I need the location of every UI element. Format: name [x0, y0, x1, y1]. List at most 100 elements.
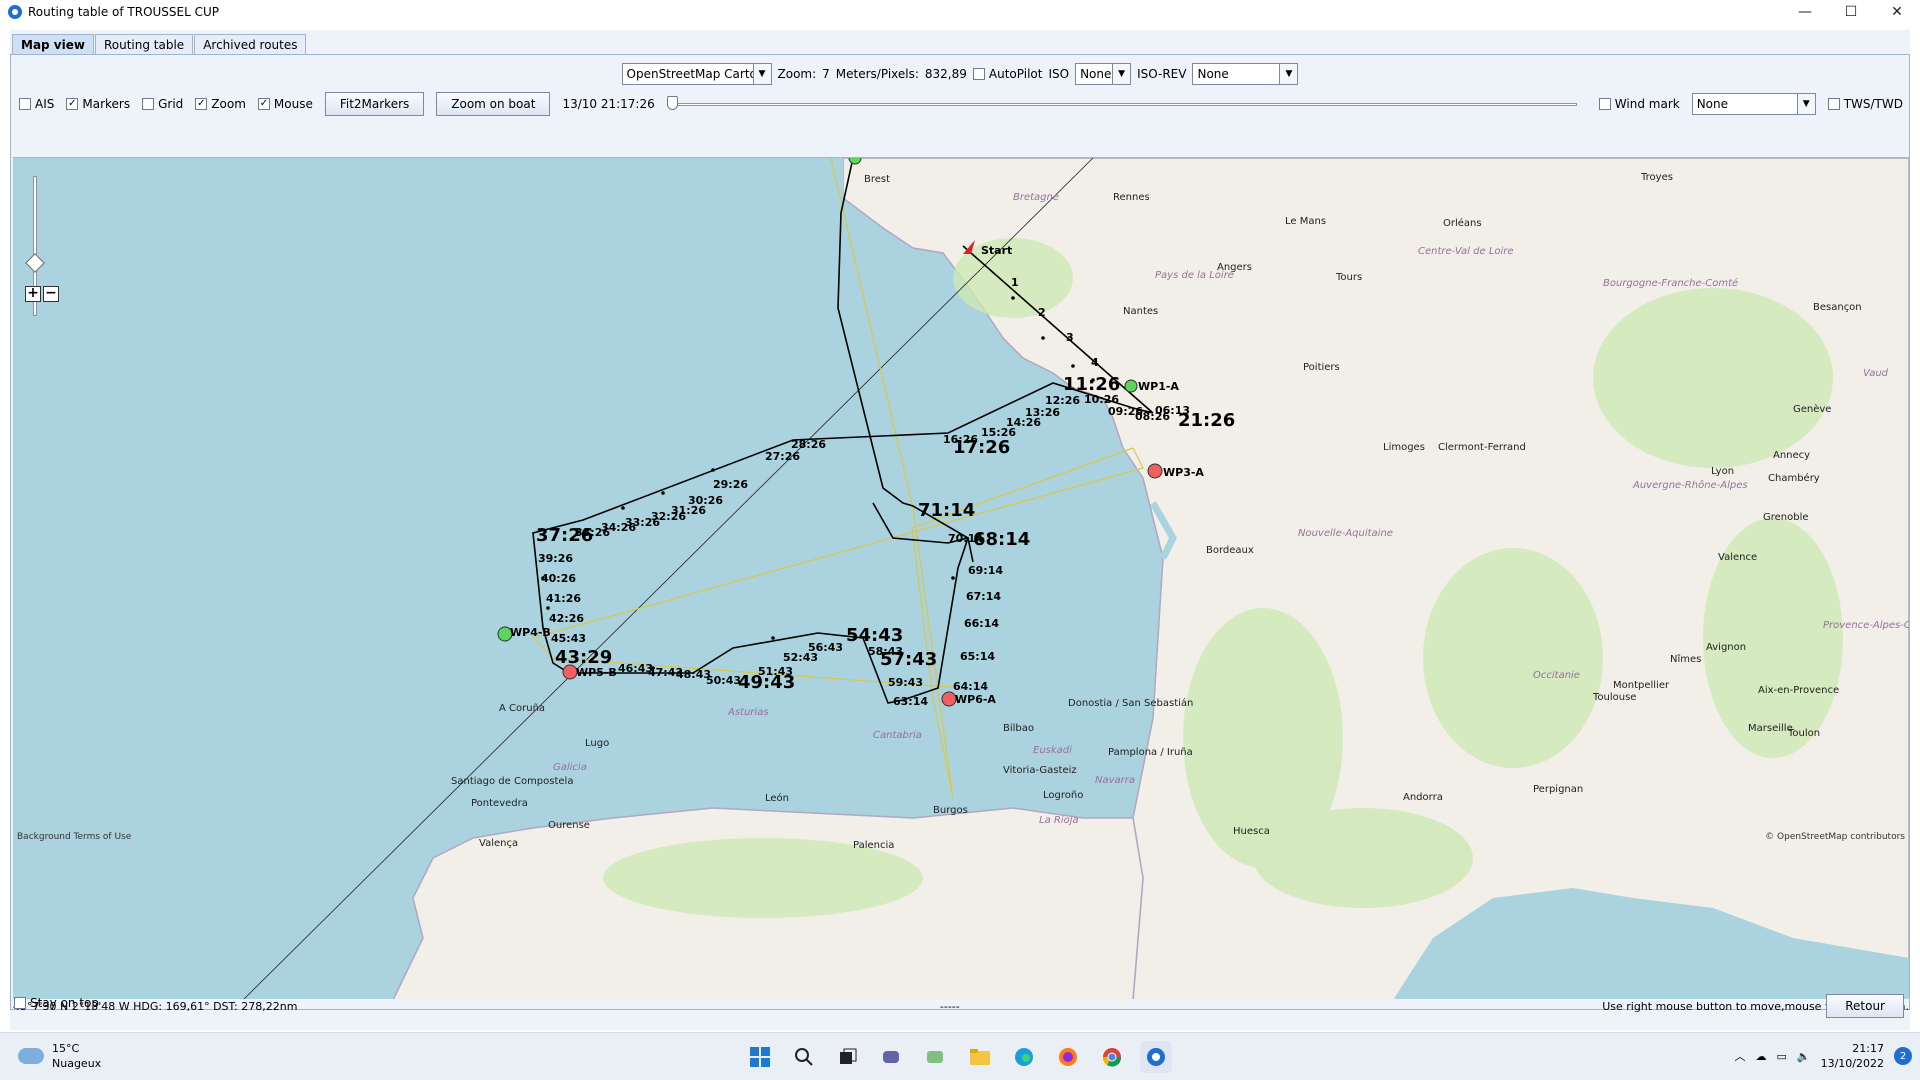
- wind-mark-select[interactable]: None ▼: [1691, 93, 1816, 115]
- chevron-down-icon: ▼: [1279, 64, 1298, 84]
- svg-text:Tours: Tours: [1335, 272, 1362, 283]
- iso-select[interactable]: None ▼: [1075, 63, 1132, 85]
- chevron-down-icon: ▼: [1112, 64, 1131, 84]
- svg-text:40:26: 40:26: [541, 572, 576, 585]
- grid-checkbox[interactable]: Grid: [142, 97, 183, 111]
- svg-text:Logroño: Logroño: [1043, 790, 1083, 801]
- svg-text:Bourgogne-Franche-Comté: Bourgogne-Franche-Comté: [1603, 277, 1738, 289]
- tab-routing-table[interactable]: Routing table: [94, 34, 194, 54]
- zoom-value: 7: [822, 67, 830, 81]
- svg-text:39:26: 39:26: [538, 552, 573, 565]
- fit2markers-button[interactable]: Fit2Markers: [324, 92, 425, 116]
- svg-text:Donostia / San Sebastián: Donostia / San Sebastián: [1068, 697, 1193, 709]
- close-button[interactable]: ✕: [1874, 0, 1920, 24]
- firefox-icon[interactable]: [1052, 1041, 1084, 1073]
- chevron-up-icon[interactable]: ︿: [1734, 1048, 1745, 1064]
- time-slider[interactable]: [666, 94, 1577, 114]
- svg-text:Asturias: Asturias: [727, 707, 769, 718]
- svg-text:Bilbao: Bilbao: [1003, 723, 1034, 734]
- taskbar: 15°C Nuageux ︿ ☁ ▭ 🔈 21:17 13/10/2022 2: [0, 1032, 1920, 1080]
- svg-text:Galicia: Galicia: [553, 762, 587, 773]
- svg-text:Pays de la Loire: Pays de la Loire: [1155, 270, 1234, 281]
- svg-text:54:43: 54:43: [846, 625, 903, 646]
- window-title: Routing table of TROUSSEL CUP: [28, 5, 220, 19]
- tws-twd-checkbox[interactable]: TWS/TWD: [1827, 97, 1903, 111]
- attribution-left[interactable]: Background Terms of Use: [17, 832, 131, 842]
- status-bar: 43°7'30 N 2°13'48 W HDG: 169,61° DST: 27…: [11, 999, 1911, 1013]
- svg-text:Bretagne: Bretagne: [1013, 192, 1059, 203]
- svg-text:Troyes: Troyes: [1640, 172, 1673, 183]
- maximize-button[interactable]: ☐: [1828, 0, 1874, 24]
- network-icon[interactable]: ▭: [1776, 1050, 1786, 1063]
- svg-text:Cantabria: Cantabria: [873, 730, 922, 741]
- svg-text:Annecy: Annecy: [1773, 450, 1810, 461]
- chrome-icon[interactable]: [1096, 1041, 1128, 1073]
- svg-text:Marseille: Marseille: [1748, 723, 1793, 734]
- weather-widget[interactable]: 15°C Nuageux: [18, 1041, 101, 1071]
- map-canvas[interactable]: Start WP1-A WP3-A WP4-B WP5-B WP6-A 11:2…: [13, 157, 1909, 999]
- file-explorer-icon[interactable]: [964, 1041, 996, 1073]
- svg-text:71:14: 71:14: [918, 500, 975, 521]
- zoom-on-boat-button[interactable]: Zoom on boat: [436, 92, 551, 116]
- onedrive-icon[interactable]: ☁: [1755, 1050, 1766, 1063]
- teams-chat-icon[interactable]: [876, 1041, 908, 1073]
- svg-text:3: 3: [1066, 331, 1074, 344]
- svg-text:4: 4: [1091, 356, 1099, 369]
- svg-text:A Coruña: A Coruña: [499, 703, 545, 714]
- svg-text:Montpellier: Montpellier: [1613, 680, 1670, 691]
- zoom-checkbox[interactable]: ✓ Zoom: [195, 97, 246, 111]
- svg-text:2: 2: [1038, 306, 1046, 319]
- clock[interactable]: 21:17 13/10/2022: [1821, 1041, 1884, 1071]
- svg-text:Poitiers: Poitiers: [1303, 362, 1340, 373]
- svg-text:Avignon: Avignon: [1706, 642, 1746, 653]
- retour-button[interactable]: Retour: [1826, 994, 1904, 1018]
- isorev-select[interactable]: None ▼: [1192, 63, 1299, 85]
- svg-text:66:14: 66:14: [964, 617, 999, 630]
- svg-text:43:29: 43:29: [555, 647, 612, 668]
- svg-text:63:14: 63:14: [893, 695, 928, 708]
- autopilot-checkbox[interactable]: AutoPilot: [972, 67, 1042, 81]
- tab-archived-routes[interactable]: Archived routes: [194, 34, 307, 54]
- tab-map-view[interactable]: Map view: [12, 34, 94, 54]
- svg-text:Bordeaux: Bordeaux: [1206, 545, 1254, 556]
- svg-text:Aix-en-Provence: Aix-en-Provence: [1758, 685, 1839, 696]
- slider-thumb[interactable]: [666, 96, 678, 110]
- svg-text:11:26: 11:26: [1063, 374, 1120, 395]
- svg-text:45:43: 45:43: [551, 632, 586, 645]
- map-toolbar: OpenStreetMap Carto ▼ Zoom: 7 Meters/Pixe…: [11, 61, 1909, 87]
- widgets-icon[interactable]: [920, 1041, 952, 1073]
- zoom-out-button[interactable]: −: [43, 286, 59, 302]
- app-window: Map view Routing table Archived routes O…: [10, 30, 1910, 1030]
- map-source-select[interactable]: OpenStreetMap Carto ▼: [621, 63, 772, 85]
- svg-text:51:43: 51:43: [758, 665, 793, 678]
- task-view-icon[interactable]: [832, 1041, 864, 1073]
- svg-text:WP3-A: WP3-A: [1163, 466, 1204, 479]
- svg-text:Clermont-Ferrand: Clermont-Ferrand: [1438, 442, 1526, 453]
- svg-text:67:14: 67:14: [966, 590, 1001, 603]
- windows-start-icon[interactable]: [744, 1041, 776, 1073]
- search-icon[interactable]: [788, 1041, 820, 1073]
- svg-text:Toulon: Toulon: [1787, 728, 1820, 739]
- map-svg: Start WP1-A WP3-A WP4-B WP5-B WP6-A 11:2…: [13, 158, 1909, 999]
- volume-icon[interactable]: 🔈: [1797, 1050, 1811, 1063]
- mouse-checkbox[interactable]: ✓ Mouse: [257, 97, 313, 111]
- notification-badge[interactable]: 2: [1894, 1047, 1912, 1065]
- svg-text:Le Mans: Le Mans: [1285, 216, 1326, 227]
- markers-checkbox[interactable]: ✓ Markers: [66, 97, 130, 111]
- attribution-right: © OpenStreetMap contributors: [1765, 832, 1905, 842]
- svg-text:Lugo: Lugo: [585, 738, 609, 749]
- svg-text:WP1-A: WP1-A: [1138, 380, 1179, 393]
- svg-text:Centre-Val de Loire: Centre-Val de Loire: [1418, 246, 1514, 257]
- system-tray: ︿ ☁ ▭ 🔈 21:17 13/10/2022 2: [1734, 1041, 1912, 1071]
- svg-text:Limoges: Limoges: [1383, 442, 1425, 453]
- svg-text:06:13: 06:13: [1155, 404, 1190, 417]
- wind-mark-checkbox[interactable]: Wind mark: [1598, 97, 1680, 111]
- zoom-in-button[interactable]: +: [25, 286, 41, 302]
- stay-on-top-checkbox[interactable]: Stay on top: [14, 996, 99, 1010]
- svg-text:León: León: [765, 792, 789, 804]
- svg-text:Nantes: Nantes: [1123, 306, 1158, 317]
- minimize-button[interactable]: —: [1782, 0, 1828, 24]
- ais-checkbox[interactable]: AIS: [19, 97, 54, 111]
- edge-browser-icon[interactable]: [1008, 1041, 1040, 1073]
- routing-app-icon[interactable]: [1140, 1041, 1172, 1073]
